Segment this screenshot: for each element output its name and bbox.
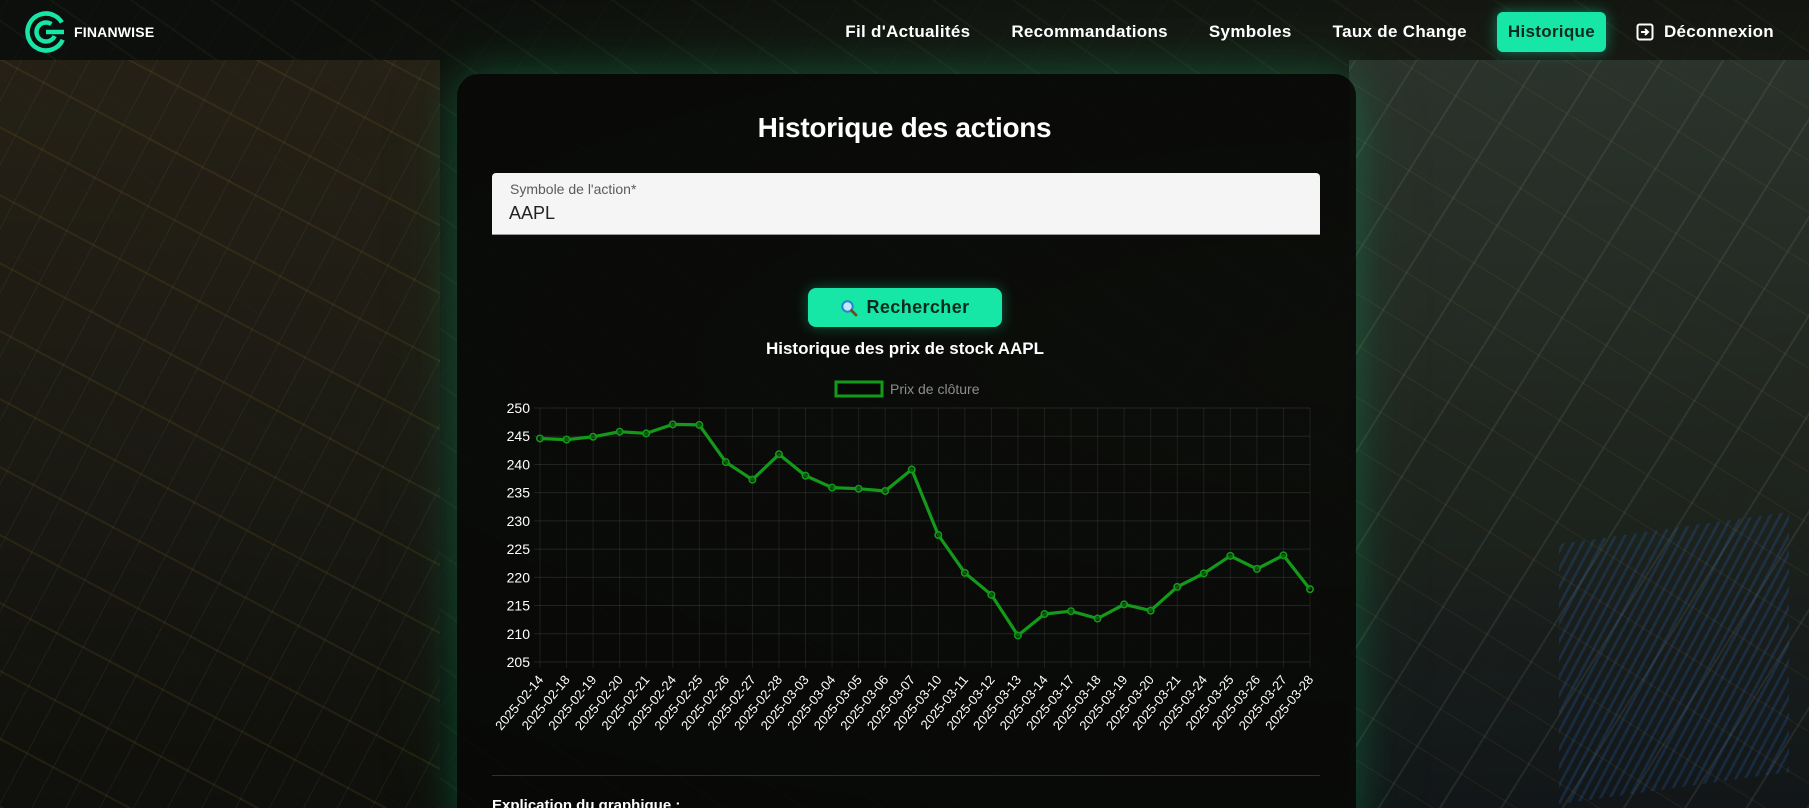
nav-logout[interactable]: Déconnexion [1625,12,1785,52]
nav-recommendations[interactable]: Recommandations [1000,12,1179,52]
search-button-label: Rechercher [866,297,970,317]
y-tick-label: 250 [507,400,531,416]
explanation-heading: Explication du graphique : [492,797,681,808]
brand-name: FINANWISE [74,24,155,40]
data-point[interactable] [748,475,757,484]
background-blue-panel [1559,511,1789,805]
finanwise-logo-icon [25,11,67,53]
data-point[interactable] [1252,564,1261,573]
data-point[interactable] [1067,607,1076,616]
data-point[interactable] [642,429,651,438]
data-point[interactable] [1199,569,1208,578]
data-point[interactable] [1013,631,1022,640]
data-point[interactable] [960,568,969,577]
nav-symbols[interactable]: Symboles [1198,12,1303,52]
symbol-input[interactable] [509,203,1289,224]
data-point[interactable] [668,420,677,429]
data-point[interactable] [1279,551,1288,560]
page-title: Historique des actions [757,112,1052,143]
brand[interactable]: FINANWISE [24,10,154,54]
nav-news[interactable]: Fil d'Actualités [834,12,981,52]
data-point[interactable] [562,435,571,444]
x-axis: 2025-02-142025-02-182025-02-192025-02-20… [492,672,1316,733]
data-point[interactable] [536,434,545,443]
y-tick-label: 210 [507,626,531,642]
data-point[interactable] [1146,606,1155,615]
data-point[interactable] [987,590,996,599]
legend-swatch [834,380,884,398]
data-point[interactable] [934,531,943,540]
data-point[interactable] [1093,614,1102,623]
series-line-closing-price [539,422,1312,638]
chart-grid [534,407,1311,668]
legend-label: Prix de clôture [890,381,980,397]
data-point[interactable] [828,483,837,492]
data-point[interactable] [1305,585,1314,594]
data-point[interactable] [695,420,704,429]
data-point[interactable] [801,471,810,480]
y-tick-label: 235 [507,485,531,501]
data-point[interactable] [881,486,890,495]
data-point[interactable] [615,427,624,436]
data-point[interactable] [721,458,730,467]
data-point[interactable] [589,432,598,441]
navbar: FINANWISE Fil d'Actualités Recommandatio… [0,0,1809,64]
logout-label: Déconnexion [1663,22,1774,41]
price-history-chart: Historique des prix de stock AAPL Prix d… [492,339,1316,733]
nav-links: Fil d'Actualités Recommandations Symbole… [815,12,1785,52]
background-left-image [0,60,440,808]
data-point[interactable] [1226,551,1235,560]
symbol-field-label: Symbole de l'action* [510,181,637,197]
y-tick-label: 225 [507,541,531,557]
y-tick-label: 245 [507,428,531,444]
y-tick-label: 240 [507,456,531,472]
y-tick-label: 230 [507,513,531,529]
chart-legend[interactable]: Prix de clôture [834,380,980,398]
search-button[interactable]: Rechercher [808,288,1002,327]
data-point[interactable] [907,465,916,474]
y-tick-label: 215 [507,598,531,614]
data-point[interactable] [854,484,863,493]
y-axis: 205 210 215 220 225 230 235 240 245 250 [507,400,531,670]
symbol-field[interactable]: Symbole de l'action* [492,173,1320,235]
data-point[interactable] [1120,600,1129,609]
nav-history[interactable]: Historique [1496,12,1606,52]
data-point[interactable] [1173,582,1182,591]
nav-exchange-rates[interactable]: Taux de Change [1322,12,1478,52]
y-tick-label: 220 [507,569,531,585]
y-tick-label: 205 [507,654,531,670]
data-point[interactable] [1040,610,1049,619]
divider [492,775,1320,776]
search-icon [840,299,858,317]
logout-icon [1636,23,1654,41]
chart-title: Historique des prix de stock AAPL [766,339,1044,358]
data-point[interactable] [774,450,783,459]
